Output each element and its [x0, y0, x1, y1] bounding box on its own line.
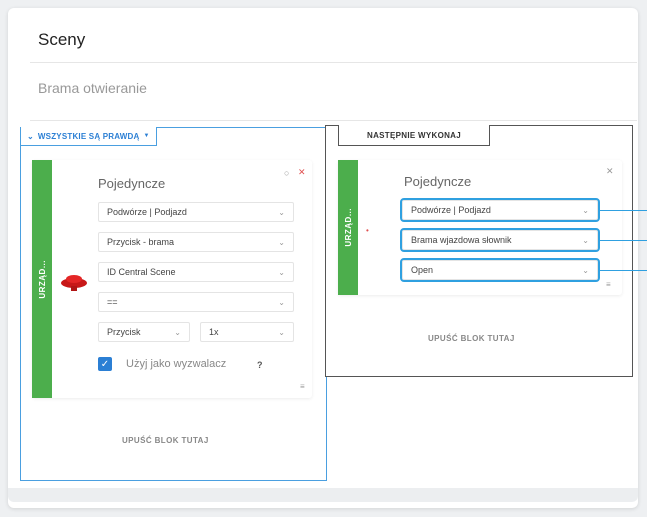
chevron-down-icon: ⌄: [278, 267, 285, 277]
chevron-down-icon: ⌄: [278, 207, 285, 217]
device-type-label: URZĄD...: [343, 208, 353, 247]
action-block[interactable]: URZĄD... • Pojedyncze ✕ Podwórze | Podja…: [338, 160, 622, 295]
action-select[interactable]: Open ⌄: [400, 258, 600, 282]
operator-select[interactable]: == ⌄: [98, 292, 294, 312]
chevron-down-icon: ⌄: [582, 205, 589, 215]
drop-zone[interactable]: UPUŚĆ BLOK TUTAJ: [428, 334, 515, 343]
button-device-icon: [61, 275, 87, 291]
location-select[interactable]: Podwórze | Podjazd ⌄: [400, 198, 600, 222]
then-execute-tab[interactable]: NASTĘPNIE WYKONAJ: [338, 125, 490, 146]
chevron-down-icon: ⌄: [582, 235, 589, 245]
chevron-down-icon: ⌄: [278, 327, 285, 337]
chevron-down-icon: ⌄: [582, 265, 589, 275]
page-title: Sceny: [38, 30, 86, 49]
device-select[interactable]: Brama wjazdowa słownik ⌄: [400, 228, 600, 252]
key-select[interactable]: Przycisk ⌄: [98, 322, 190, 342]
close-icon[interactable]: ✕: [606, 166, 614, 177]
action-value: Open: [411, 265, 434, 275]
chevron-down-icon: ⌄: [278, 297, 285, 307]
count-select[interactable]: 1x ⌄: [200, 322, 294, 342]
device-type-bar: URZĄD...: [32, 160, 52, 398]
device-value: Brama wjazdowa słownik: [411, 235, 512, 245]
condition-mode-label: WSZYSTKIE SĄ PRAWDĄ: [37, 131, 140, 141]
operator-value: ==: [107, 297, 118, 307]
location-value: Podwórze | Podjazd: [107, 207, 187, 217]
property-select[interactable]: ID Central Scene ⌄: [98, 262, 294, 282]
device-type-bar: URZĄD...: [338, 160, 358, 295]
caret-down-icon: ▼: [143, 133, 150, 139]
footer-band: [8, 488, 638, 502]
device-marker-icon: •: [366, 226, 369, 235]
block-title: Pojedyncze: [98, 176, 166, 191]
property-value: ID Central Scene: [107, 267, 176, 277]
device-select[interactable]: Przycisk - brama ⌄: [98, 232, 294, 252]
device-type-label: URZĄD...: [37, 259, 47, 299]
menu-icon[interactable]: ≡: [300, 382, 305, 391]
close-icon[interactable]: ✕: [298, 167, 306, 178]
block-title: Pojedyncze: [404, 174, 472, 189]
trigger-checkbox-label: Użyj jako wyzwalacz: [126, 358, 227, 370]
gear-icon[interactable]: ○: [284, 168, 289, 178]
location-select[interactable]: Podwórze | Podjazd ⌄: [98, 202, 294, 222]
chevron-down-icon: ⌄: [174, 327, 181, 337]
divider: [30, 120, 637, 121]
callout-line: [600, 210, 647, 211]
callout-line: [600, 270, 647, 271]
chevron-down-icon: ⌄: [27, 131, 34, 141]
scene-name-input[interactable]: Brama otwieranie: [38, 80, 147, 96]
trigger-checkbox[interactable]: ✓: [98, 357, 112, 371]
menu-icon[interactable]: ≡: [606, 280, 611, 289]
device-value: Przycisk - brama: [107, 237, 175, 247]
divider: [30, 62, 637, 63]
condition-mode-dropdown[interactable]: ⌄ WSZYSTKIE SĄ PRAWDĄ ▼: [20, 127, 157, 146]
chevron-down-icon: ⌄: [278, 237, 285, 247]
key-value: Przycisk: [107, 327, 141, 337]
help-icon[interactable]: ?: [257, 360, 263, 370]
callout-line: [600, 240, 647, 241]
count-value: 1x: [209, 327, 219, 337]
drop-zone[interactable]: UPUŚĆ BLOK TUTAJ: [122, 436, 209, 445]
location-value: Podwórze | Podjazd: [411, 205, 491, 215]
